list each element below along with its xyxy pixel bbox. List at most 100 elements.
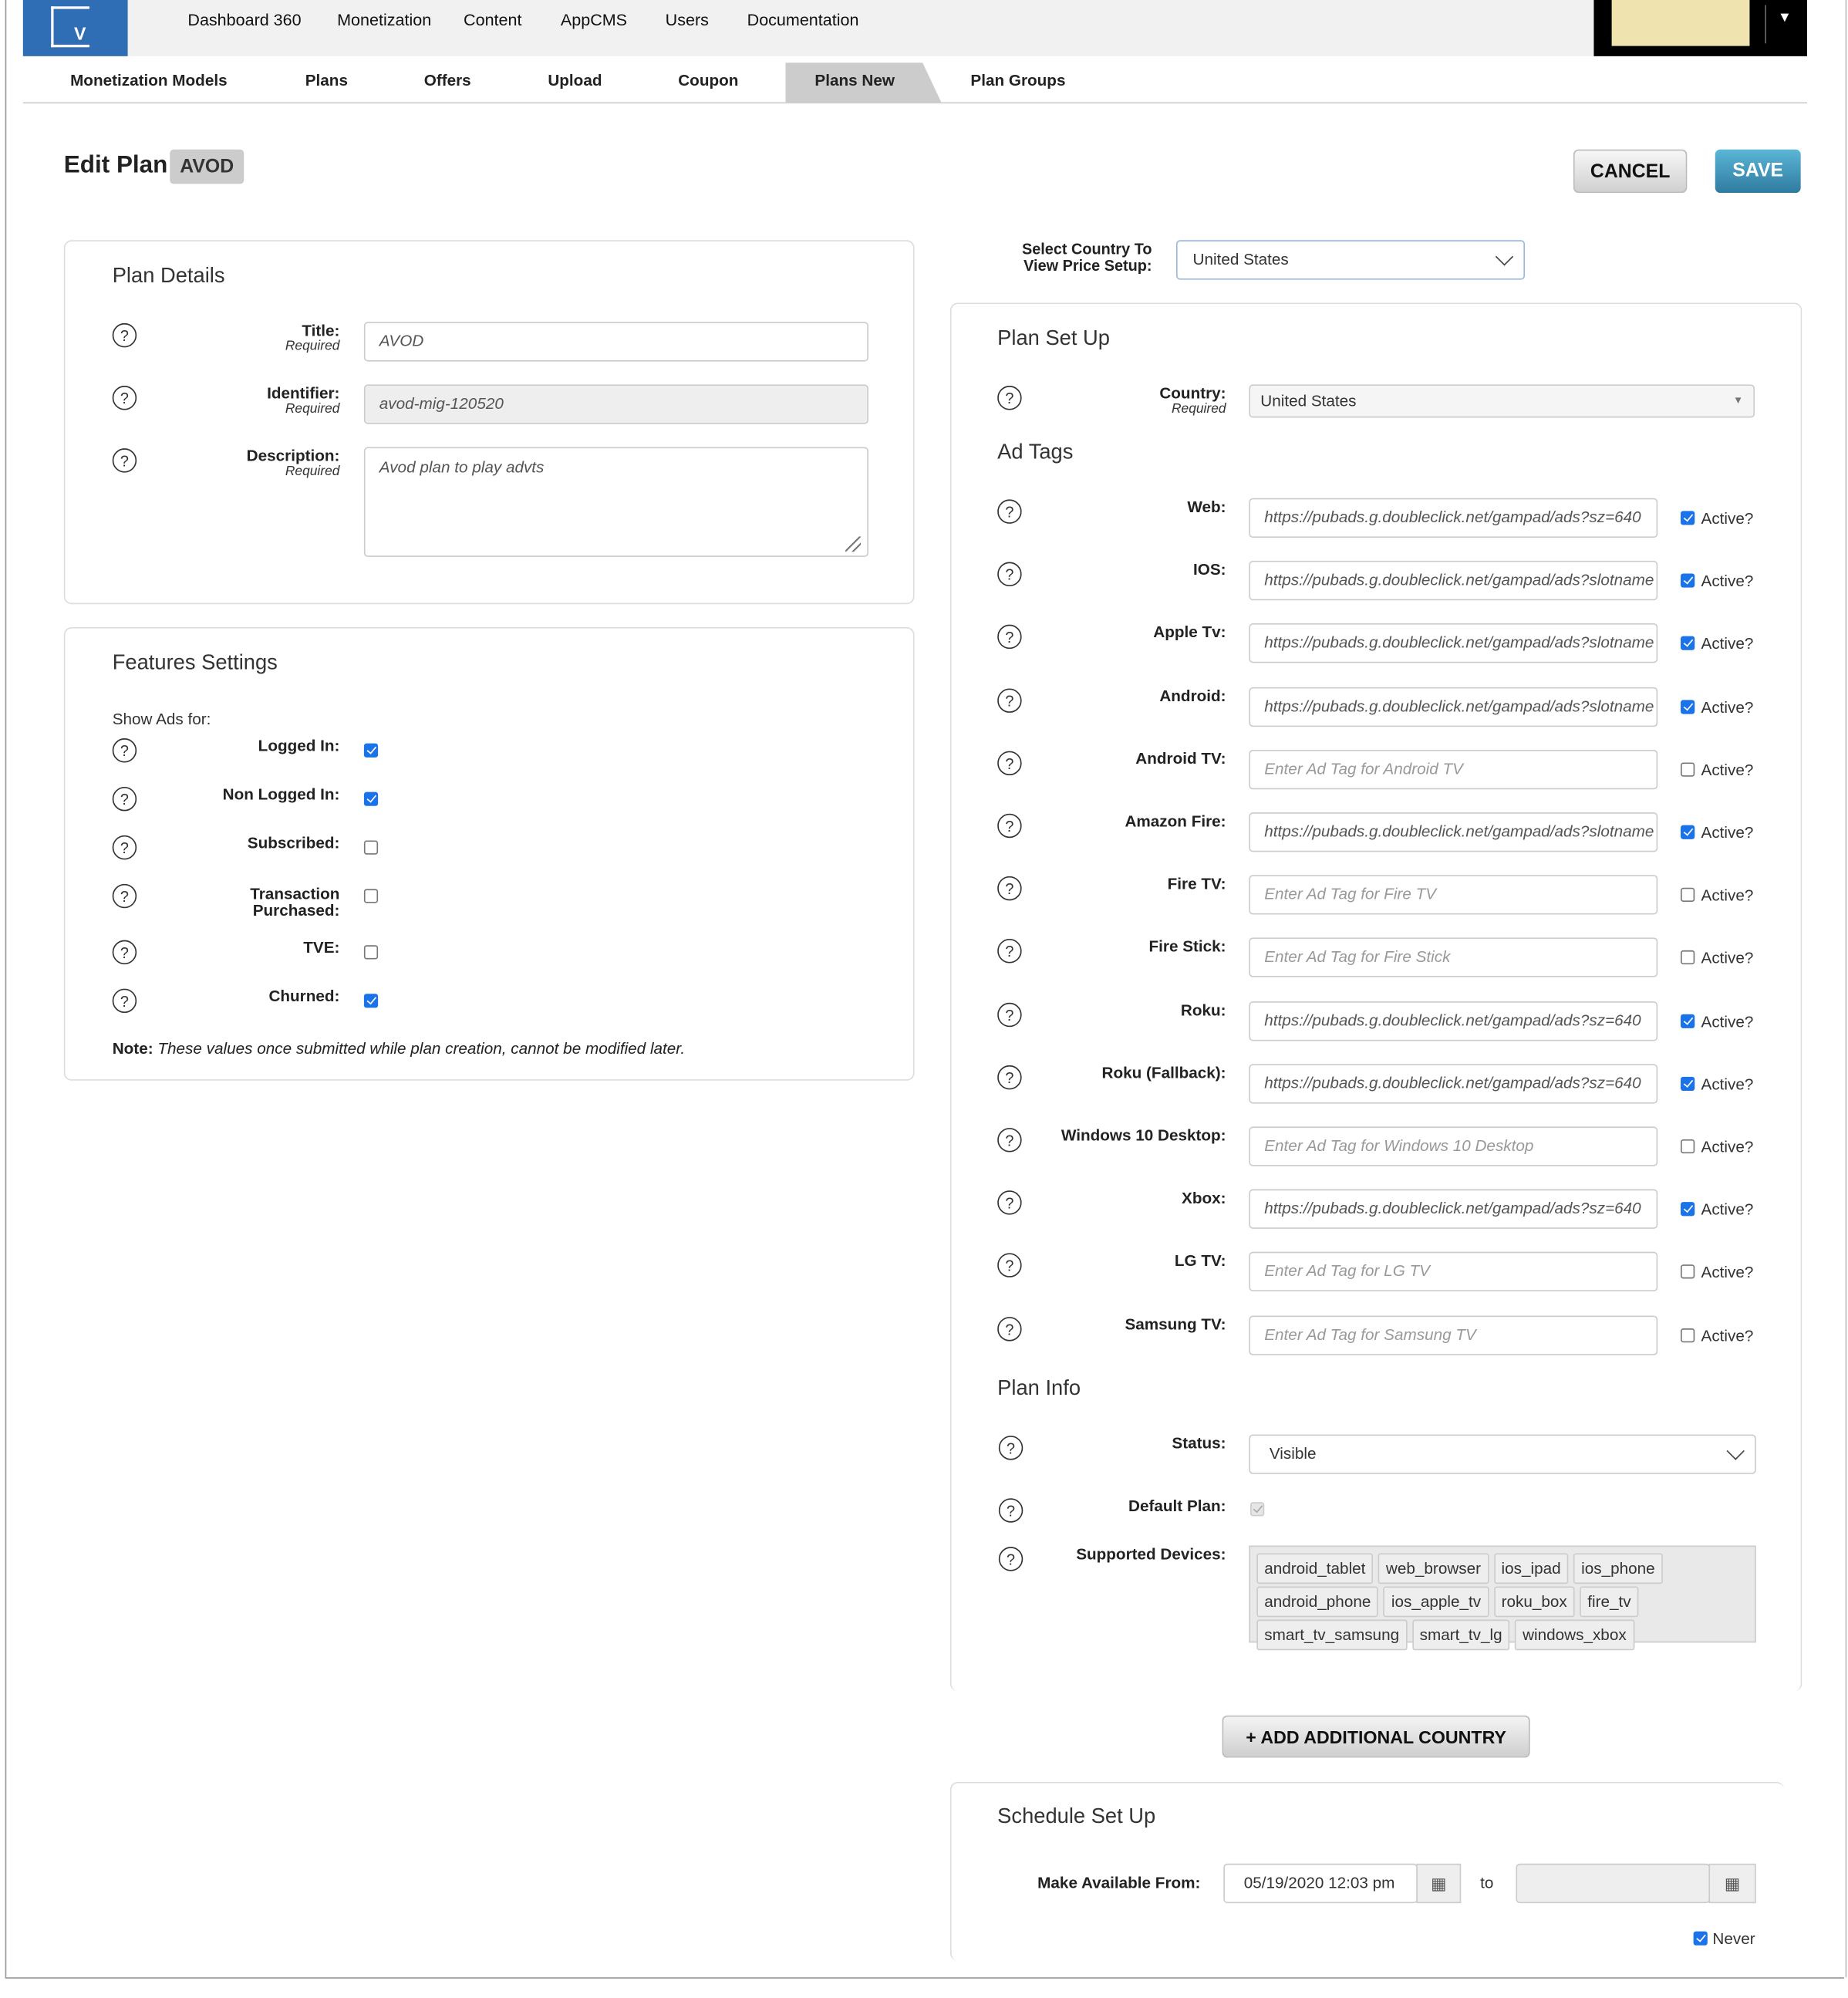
ad-tag-input[interactable]: Enter Ad Tag for Samsung TV [1249,1315,1658,1355]
help-icon[interactable]: ? [997,499,1022,524]
device-tag[interactable]: smart_tv_lg [1411,1619,1510,1651]
active-checkbox[interactable] [1681,825,1695,839]
active-checkbox[interactable] [1681,699,1695,714]
feature-checkbox[interactable] [363,743,379,758]
tab-monetization-models[interactable]: Monetization Models [70,72,228,89]
help-icon[interactable]: ? [112,448,137,473]
help-icon[interactable]: ? [997,1002,1022,1027]
never-checkbox[interactable] [1693,1931,1708,1946]
cancel-button[interactable]: CANCEL [1573,149,1688,194]
tab-plans-new[interactable]: Plans New [814,72,895,89]
user-avatar[interactable] [1611,0,1750,46]
device-tag[interactable]: ios_ipad [1493,1553,1569,1585]
logo[interactable]: V [22,0,128,56]
ad-tag-input[interactable]: https://pubads.g.doubleclick.net/gampad/… [1249,1001,1658,1041]
ad-tag-input[interactable]: https://pubads.g.doubleclick.net/gampad/… [1249,1063,1658,1104]
help-icon[interactable]: ? [998,1436,1023,1460]
active-checkbox[interactable] [1681,573,1695,588]
calendar-icon[interactable]: ▦ [1708,1863,1756,1904]
device-tag[interactable]: ios_apple_tv [1383,1586,1489,1618]
status-select[interactable]: Visible [1249,1434,1756,1474]
ad-tag-input[interactable]: Enter Ad Tag for Android TV [1249,749,1658,789]
tab-plan-groups[interactable]: Plan Groups [970,72,1065,89]
add-additional-country-button[interactable]: + ADD ADDITIONAL COUNTRY [1222,1715,1530,1758]
help-icon[interactable]: ? [997,1316,1022,1341]
ad-tag-input[interactable]: Enter Ad Tag for LG TV [1249,1252,1658,1292]
title-input[interactable]: AVOD [363,322,868,362]
help-icon[interactable]: ? [998,1547,1023,1571]
active-checkbox[interactable] [1681,511,1695,525]
default-plan-checkbox[interactable] [1250,1502,1265,1517]
available-to-input[interactable] [1516,1863,1711,1904]
active-checkbox[interactable] [1681,888,1695,903]
help-icon[interactable]: ? [997,813,1022,839]
ad-tag-input[interactable]: https://pubads.g.doubleclick.net/gampad/… [1249,623,1658,664]
help-icon[interactable]: ? [997,1128,1022,1153]
help-icon[interactable]: ? [112,322,137,348]
help-icon[interactable]: ? [112,386,137,410]
active-checkbox[interactable] [1681,762,1695,777]
nav-monetization[interactable]: Monetization [337,10,431,29]
help-icon[interactable]: ? [112,738,137,763]
caret-down-icon[interactable]: ▼ [1778,10,1792,25]
device-tag[interactable]: android_phone [1256,1586,1379,1618]
nav-documentation[interactable]: Documentation [747,10,859,29]
resize-handle-icon[interactable] [845,536,862,552]
active-checkbox[interactable] [1681,1076,1695,1091]
available-from-input[interactable]: 05/19/2020 12:03 pm [1223,1863,1418,1904]
active-checkbox[interactable] [1681,1139,1695,1154]
help-icon[interactable]: ? [112,786,137,812]
device-tag[interactable]: smart_tv_samsung [1256,1619,1408,1651]
help-icon[interactable]: ? [112,835,137,860]
ad-tag-input[interactable]: https://pubads.g.doubleclick.net/gampad/… [1249,812,1658,852]
tab-plans[interactable]: Plans [305,72,348,89]
help-icon[interactable]: ? [998,1498,1023,1523]
country-select[interactable]: United States ▼ [1249,384,1755,418]
device-tag[interactable]: android_tablet [1256,1553,1374,1585]
ad-tag-input[interactable]: https://pubads.g.doubleclick.net/gampad/… [1249,561,1658,601]
help-icon[interactable]: ? [997,751,1022,775]
identifier-input[interactable]: avod-mig-120520 [363,384,868,424]
help-icon[interactable]: ? [997,687,1022,713]
feature-checkbox[interactable] [363,840,379,855]
nav-dashboard-360[interactable]: Dashboard 360 [187,10,301,29]
device-tag[interactable]: ios_phone [1573,1553,1663,1585]
help-icon[interactable]: ? [112,940,137,965]
feature-checkbox[interactable] [363,994,379,1008]
active-checkbox[interactable] [1681,1014,1695,1028]
active-checkbox[interactable] [1681,1202,1695,1217]
supported-devices-field[interactable]: android_tablet web_browser ios_ipad ios_pho… [1249,1545,1756,1651]
description-textarea[interactable]: Avod plan to play advts [363,447,868,557]
active-checkbox[interactable] [1681,1328,1695,1342]
device-tag[interactable]: windows_xbox [1515,1619,1634,1651]
feature-checkbox[interactable] [363,945,379,960]
calendar-icon[interactable]: ▦ [1416,1863,1462,1904]
device-tag[interactable]: roku_box [1493,1586,1575,1618]
ad-tag-input[interactable]: Enter Ad Tag for Fire Stick [1249,938,1658,978]
help-icon[interactable]: ? [997,386,1022,410]
ad-tag-input[interactable]: Enter Ad Tag for Windows 10 Desktop [1249,1126,1658,1166]
help-icon[interactable]: ? [112,988,137,1014]
country-value: United States [1260,392,1357,410]
nav-appcms[interactable]: AppCMS [561,10,627,29]
active-checkbox[interactable] [1681,1264,1695,1280]
tab-upload[interactable]: Upload [548,72,602,89]
device-tag[interactable]: web_browser [1378,1553,1489,1585]
feature-checkbox[interactable] [363,791,379,806]
view-country-select[interactable]: United States [1175,240,1526,280]
ad-tag-input[interactable]: Enter Ad Tag for Fire TV [1249,875,1658,915]
nav-content[interactable]: Content [464,10,521,29]
tab-coupon[interactable]: Coupon [678,72,738,89]
active-checkbox[interactable] [1681,636,1695,651]
device-tag[interactable]: fire_tv [1580,1586,1639,1618]
help-icon[interactable]: ? [112,883,137,909]
active-checkbox[interactable] [1681,950,1695,965]
help-icon[interactable]: ? [997,1065,1022,1090]
ad-tag-input[interactable]: https://pubads.g.doubleclick.net/gampad/… [1249,498,1658,538]
ad-tag-input[interactable]: https://pubads.g.doubleclick.net/gampad/… [1249,687,1658,727]
ad-tag-input[interactable]: https://pubads.g.doubleclick.net/gampad/… [1249,1189,1658,1230]
tab-offers[interactable]: Offers [424,72,471,89]
save-button[interactable]: SAVE [1715,149,1801,194]
nav-users[interactable]: Users [666,10,709,29]
feature-checkbox[interactable] [363,889,379,903]
